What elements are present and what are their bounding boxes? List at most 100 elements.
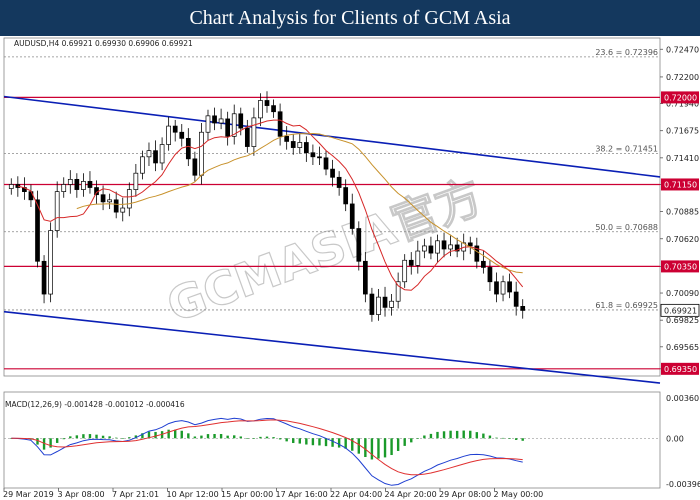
candle-body [41, 260, 47, 295]
macd-histogram-bar [167, 429, 170, 439]
level-tag-label: 0.72000 [664, 93, 697, 102]
candle-body [244, 127, 250, 147]
macd-histogram-bar [252, 438, 256, 439]
candle-body [336, 176, 342, 188]
macd-histogram-bar [449, 430, 452, 439]
macd-histogram-bar [423, 435, 426, 439]
macd-histogram-bar [193, 436, 197, 439]
time-tick-label: 24 Apr 20:00 [385, 490, 437, 499]
candle-body [212, 115, 217, 124]
macd-histogram-bar [180, 430, 183, 439]
candle-body [133, 172, 139, 190]
macd-histogram-bar [88, 434, 92, 439]
macd-histogram-bar [272, 437, 275, 439]
candle-body [54, 191, 60, 231]
macd-histogram-bar [128, 437, 131, 439]
fib-label: 23.6 = 0.72396 [595, 48, 658, 57]
macd-histogram-bar [246, 438, 249, 439]
price-tick-label: 0.71410 [666, 154, 699, 163]
macd-histogram-bar [482, 433, 485, 439]
macd-histogram-bar [278, 438, 282, 440]
macd-histogram-bar [108, 436, 111, 439]
candle-body [126, 189, 132, 209]
macd-histogram-bar [69, 436, 72, 439]
macd-histogram-bar [416, 438, 420, 439]
macd-histogram-bar [514, 438, 518, 440]
macd-histogram-bar [75, 435, 79, 439]
candle-body [356, 228, 362, 262]
candle-body [395, 281, 401, 302]
macd-histogram-bar [501, 437, 505, 439]
fib-label: 61.8 = 0.69925 [595, 301, 658, 310]
candle-body [264, 100, 270, 106]
macd-histogram-bar [239, 436, 242, 439]
candle-body [199, 131, 204, 176]
macd-histogram-bar [101, 435, 105, 439]
macd-histogram-bar [331, 438, 334, 447]
candle-body [323, 157, 329, 170]
time-tick-label: 22 Apr 04:00 [330, 490, 382, 499]
candle-body [179, 131, 185, 139]
macd-histogram-bar [174, 429, 177, 439]
chart-canvas: GCMASIA官方23.6 = 0.7239638.2 = 0.7145150.… [0, 36, 700, 500]
macd-histogram-bar [200, 435, 203, 439]
candle-body [140, 156, 145, 174]
candle-body [290, 141, 296, 148]
candle-body [408, 259, 414, 266]
macd-histogram-bar [285, 438, 288, 442]
level-tag-label: 0.69350 [664, 365, 697, 374]
candle-body [120, 207, 126, 213]
candle-body [146, 150, 152, 158]
macd-tick-label: -0.003961 [666, 480, 700, 489]
macd-histogram-bar [259, 436, 262, 439]
candle-body [435, 240, 440, 254]
price-tick-label: 0.72470 [666, 45, 699, 54]
price-tick-label: 0.70090 [666, 289, 699, 298]
macd-histogram-bar [187, 433, 190, 439]
macd-histogram-bar [318, 438, 321, 446]
price-tick-label: 0.69825 [666, 316, 699, 325]
macd-histogram-bar [265, 436, 269, 439]
macd-histogram-bar [410, 438, 413, 443]
time-tick-label: 15 Apr 00:00 [221, 490, 273, 499]
candle-body [428, 245, 434, 254]
candle-body [487, 267, 493, 283]
macd-histogram-bar [95, 434, 98, 439]
price-tick-label: 0.70885 [666, 208, 699, 217]
macd-histogram-bar [219, 434, 223, 439]
macd-histogram-bar [442, 431, 446, 439]
candle-body [507, 281, 512, 293]
candle-body [422, 245, 427, 252]
candle-body [448, 244, 453, 250]
macd-histogram-bar [462, 430, 465, 439]
macd-histogram-bar [370, 438, 374, 460]
macd-histogram-bar [206, 434, 210, 439]
macd-histogram-bar [495, 437, 498, 439]
candle-body [330, 168, 335, 178]
macd-histogram-bar [390, 438, 393, 456]
time-tick-label: 3 Apr 08:00 [58, 490, 105, 499]
candle-body [81, 181, 86, 190]
macd-histogram-bar [475, 432, 479, 439]
candle-body [343, 187, 349, 205]
candle-body [205, 115, 211, 133]
macd-histogram-bar [62, 438, 65, 440]
candle-body [48, 230, 53, 295]
time-tick-label: 2 May 00:00 [494, 490, 544, 499]
macd-histogram-bar [213, 434, 216, 439]
price-tick-label: 0.70620 [666, 235, 699, 244]
time-tick-label: 17 Apr 16:00 [276, 490, 328, 499]
macd-histogram-bar [521, 438, 524, 441]
candle-body [166, 125, 171, 145]
candle-body [303, 142, 309, 154]
macd-tick-label: 0.00 [666, 434, 684, 443]
macd-histogram-bar [36, 438, 39, 445]
time-tick-label: 10 Apr 12:00 [167, 490, 219, 499]
candle-body [520, 306, 526, 311]
candle-body [8, 184, 14, 189]
macd-histogram-bar [357, 438, 360, 454]
candle-body [369, 293, 375, 315]
candle-body [513, 291, 519, 307]
candle-body [153, 150, 158, 164]
candle-body [363, 260, 368, 295]
